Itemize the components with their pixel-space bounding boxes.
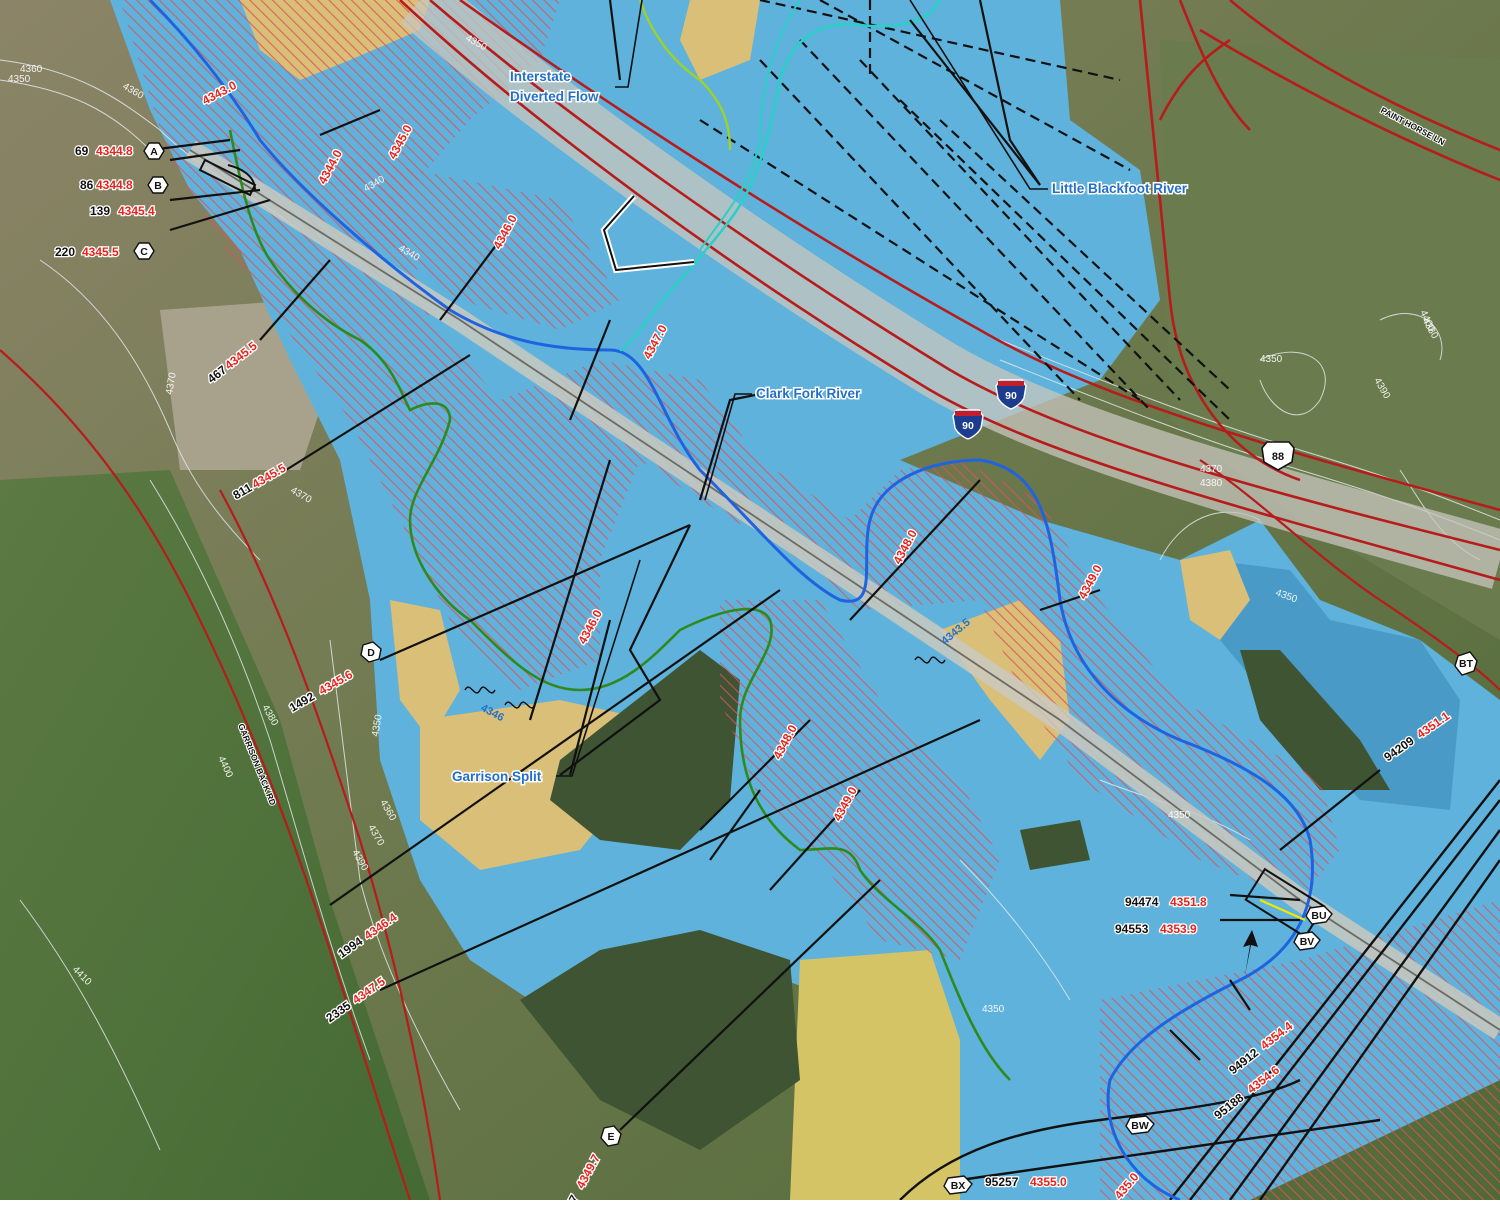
xs-label[interactable]: 86 4344.8 B [79,176,169,194]
garrison-split-label: Garrison Split [452,769,542,784]
xs-wsel: 4345.4 [118,204,155,218]
xs-wsel: 4351.8 [1170,895,1207,909]
xs-letter: B [154,180,162,192]
xs-letter: BX [951,1180,966,1192]
xs-station: 69 [75,144,89,158]
xs-station: 95257 [985,1175,1019,1189]
xs-station: 220 [55,245,75,259]
flood-map[interactable]: 90 90 88 Interstate Diverted Flow Little… [0,0,1500,1205]
clark-fork-river-label: Clark Fork River [756,386,861,401]
shield-label: 90 [962,420,974,432]
xs-label[interactable]: 220 4345.5 C [54,242,155,260]
xs-label[interactable]: 139 4345.4 [89,203,157,220]
xs-wsel: 4344.8 [96,178,133,192]
xs-station: 94553 [1115,922,1149,936]
xs-wsel: 4353.9 [1160,922,1197,936]
xs-wsel: 4355.0 [1030,1175,1067,1189]
yellow-field [790,950,960,1200]
xs-letter: D [367,647,375,659]
xs-wsel: 4344.8 [96,144,133,158]
xs-letter: BW [1131,1120,1149,1132]
shield-label: 90 [1005,390,1017,402]
xs-letter: A [150,146,158,158]
interstate-diverted-flow-label-1: Interstate [510,69,571,84]
interstate-diverted-flow-label-2: Diverted Flow [510,89,599,104]
xs-letter: BT [1459,658,1474,670]
xs-letter: E [607,1131,614,1143]
xs-label[interactable]: 69 4344.8 A [74,142,165,160]
xs-station: 94474 [1125,895,1159,909]
xs-letter: C [140,246,148,258]
little-blackfoot-river-label: Little Blackfoot River [1052,181,1188,196]
contour-label: 4370 [1200,464,1223,475]
contour-label: 4350 [1260,354,1283,365]
xs-station: 139 [90,204,110,218]
contour-label: 4350 [982,1004,1005,1015]
xs-letter: BV [1300,936,1315,948]
shield-label: 88 [1272,451,1284,463]
xs-wsel: 4345.5 [82,245,119,259]
contour-label: 4380 [1200,478,1223,489]
xs-station: 86 [80,178,94,192]
contour-label: 4350 [8,74,31,85]
contour-label: 4350 [1168,810,1191,821]
xs-letter: BU [1311,910,1326,922]
